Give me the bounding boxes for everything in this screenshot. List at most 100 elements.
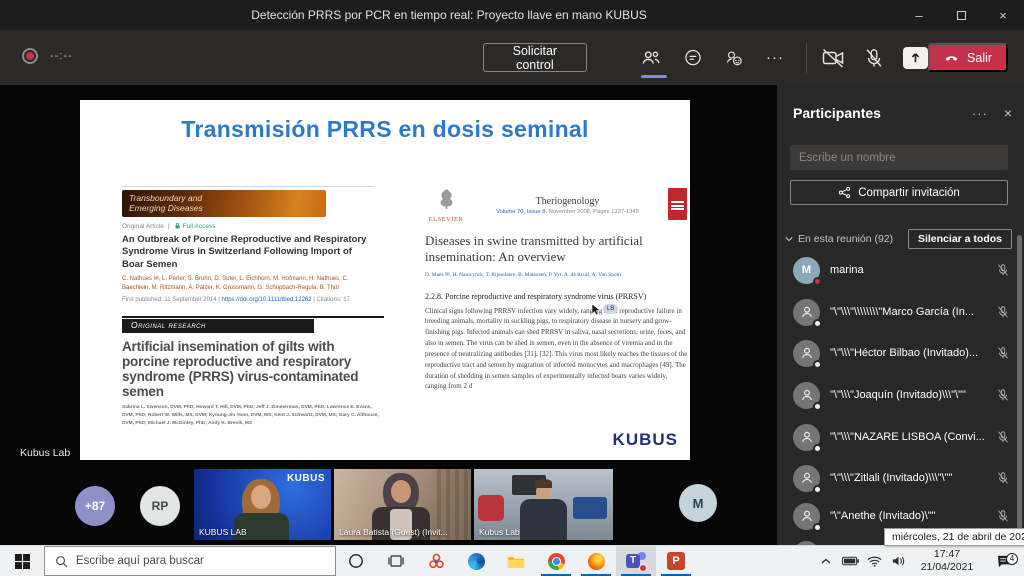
- mic-muted-icon[interactable]: [996, 263, 1010, 277]
- video-tile-laura[interactable]: Laura Batista (Guest) (Invit...: [334, 469, 471, 540]
- mic-off-button[interactable]: [862, 43, 887, 73]
- cortana-button[interactable]: [336, 546, 376, 576]
- participant-row[interactable]: "\"\\\"Joaquín (Invitado)\\\"\"": [777, 374, 1024, 416]
- minimize-button[interactable]: –: [898, 0, 940, 30]
- pinwheel-app-icon: [428, 553, 445, 570]
- participant-name: "\"\\\"Joaquín (Invitado)\\\"\"": [830, 389, 990, 401]
- panel-title: Participantes: [793, 105, 972, 121]
- participant-row[interactable]: M marina: [777, 249, 1024, 291]
- share-invite-button[interactable]: Compartir invitación: [790, 180, 1008, 205]
- share-invite-icon: [838, 186, 851, 199]
- participant-row[interactable]: "\"\\\"Héctor Bilbao (Invitado)...: [777, 332, 1024, 374]
- windows-logo-icon: [15, 554, 30, 569]
- research-article-authors: Sabrina L. Swenson, DVM, PhD; Howard T. …: [122, 404, 384, 427]
- slide-title: Transmisión PRRS en dosis seminal: [80, 116, 690, 143]
- share-screen-icon: [903, 47, 928, 69]
- edge-button[interactable]: [456, 546, 496, 576]
- video-tile-label: Laura Batista (Guest) (Invit...: [339, 527, 448, 537]
- mic-muted-icon[interactable]: [996, 471, 1010, 485]
- participant-row[interactable]: "\"\\\"Zitlali (Invitado)\\\"\"": [777, 457, 1024, 499]
- participant-avatar-rp[interactable]: RP: [140, 486, 180, 526]
- participant-row[interactable]: "\"\\\"NAZARE LISBOA (Convi...: [777, 416, 1024, 458]
- start-button[interactable]: [0, 546, 44, 576]
- wiley-article-title: An Outbreak of Porcine Reproductive and …: [122, 234, 374, 271]
- firefox-button[interactable]: [576, 546, 616, 576]
- panel-scrollbar[interactable]: [1017, 235, 1022, 535]
- journal-cover-thumbnail: [668, 188, 687, 220]
- participants-panel: Participantes ··· × Compartir invitación…: [777, 85, 1024, 545]
- mic-muted-icon[interactable]: [996, 388, 1010, 402]
- camera-off-button[interactable]: [820, 43, 845, 73]
- person-icon: [798, 428, 816, 446]
- elsevier-logo: ELSEVIER: [425, 188, 467, 223]
- chat-button[interactable]: [680, 43, 705, 73]
- clock-time: 17:47: [910, 548, 984, 561]
- presence-dot: [813, 319, 822, 328]
- pinwheel-app-button[interactable]: [416, 546, 456, 576]
- reactions-button[interactable]: [721, 43, 746, 73]
- taskbar-search-input[interactable]: Escribe aquí para buscar: [44, 546, 336, 576]
- participant-name: "\"\\\"NAZARE LISBOA (Convi...: [830, 431, 990, 443]
- elsevier-article-title: Diseases in swine transmitted by artific…: [425, 233, 665, 266]
- chat-icon: [683, 48, 703, 68]
- powerpoint-button[interactable]: P: [656, 546, 696, 576]
- panel-close-button[interactable]: ×: [1004, 105, 1012, 121]
- presence-dot: [813, 523, 822, 532]
- video-tile-label: KUBUS LAB: [199, 527, 247, 537]
- request-control-button[interactable]: Solicitar control: [483, 43, 587, 72]
- avatar: [793, 424, 820, 451]
- windows-taskbar: Escribe aquí para buscar T P: [0, 545, 1024, 576]
- battery-indicator[interactable]: [838, 546, 862, 576]
- chrome-icon: [548, 553, 565, 570]
- participant-row[interactable]: "\"\\\"\\\\\\\\"Marco García (In...: [777, 291, 1024, 333]
- mic-muted-icon[interactable]: [996, 509, 1010, 523]
- participant-avatar-m[interactable]: M: [679, 484, 717, 522]
- journal-issue: Volume 70, Issue 8, November 2008, Pages…: [467, 209, 668, 215]
- task-view-button[interactable]: [376, 546, 416, 576]
- article-type: Original Article: [122, 223, 164, 230]
- person-icon: [798, 303, 816, 321]
- wiley-pub-line: First published: 11 September 2014 | htt…: [122, 297, 374, 303]
- volume-indicator[interactable]: [886, 546, 910, 576]
- kubus-logo: KUBUS: [613, 430, 678, 450]
- mute-all-button[interactable]: Silenciar a todos: [908, 229, 1012, 249]
- section-heading: 2.2.8. Porcine reproductive and respirat…: [425, 292, 687, 301]
- teams-button[interactable]: T: [616, 546, 656, 576]
- volume-icon: [891, 555, 906, 567]
- mic-muted-icon[interactable]: [996, 430, 1010, 444]
- participants-icon: [640, 47, 662, 69]
- chevron-up-icon: [821, 558, 831, 564]
- file-explorer-button[interactable]: [496, 546, 536, 576]
- notification-center-button[interactable]: 4: [984, 554, 1024, 569]
- video-tile-kubus-office[interactable]: Kubus Lab: [474, 469, 613, 540]
- battery-icon: [842, 556, 859, 566]
- panel-more-button[interactable]: ···: [972, 106, 988, 121]
- participants-button[interactable]: [639, 43, 664, 73]
- mic-muted-icon[interactable]: [996, 346, 1010, 360]
- tray-expand-button[interactable]: [814, 546, 838, 576]
- chrome-button[interactable]: [536, 546, 576, 576]
- taskbar-clock[interactable]: 17:47 21/04/2021: [910, 548, 984, 574]
- presence-dot: [813, 444, 822, 453]
- video-tile-kubus-lab[interactable]: KUBUS KUBUS LAB: [194, 469, 331, 540]
- research-article: Original research Artificial inseminatio…: [122, 316, 384, 427]
- elsevier-article-authors: D. Maes ✉, H. Nauwynck, T. Rijsselaere, …: [425, 272, 687, 278]
- leave-button[interactable]: Salir: [928, 43, 1008, 72]
- presenter-label: Kubus Lab: [20, 447, 70, 459]
- wiley-article-authors: C. Nathues ✉, L. Perler, S. Bruhn, D. Su…: [122, 275, 374, 293]
- maximize-button[interactable]: [940, 0, 982, 30]
- overflow-participants-avatar[interactable]: +87: [75, 486, 115, 526]
- participant-search-input[interactable]: [790, 145, 1008, 170]
- mic-muted-icon[interactable]: [996, 305, 1010, 319]
- wifi-indicator[interactable]: [862, 546, 886, 576]
- window-title: Detección PRRS por PCR en tiempo real: P…: [0, 8, 898, 22]
- teams-icon: T: [626, 552, 646, 570]
- more-options-button[interactable]: ···: [762, 43, 787, 73]
- chevron-down-icon[interactable]: [785, 236, 793, 242]
- avatar: [793, 382, 820, 409]
- participant-name: "\"\\\"Zitlali (Invitado)\\\"\"": [830, 472, 990, 484]
- share-screen-button[interactable]: [903, 43, 928, 73]
- teams-notification-dot: [639, 564, 647, 572]
- remote-cursor: LB: [592, 304, 618, 316]
- close-button[interactable]: ×: [982, 0, 1024, 30]
